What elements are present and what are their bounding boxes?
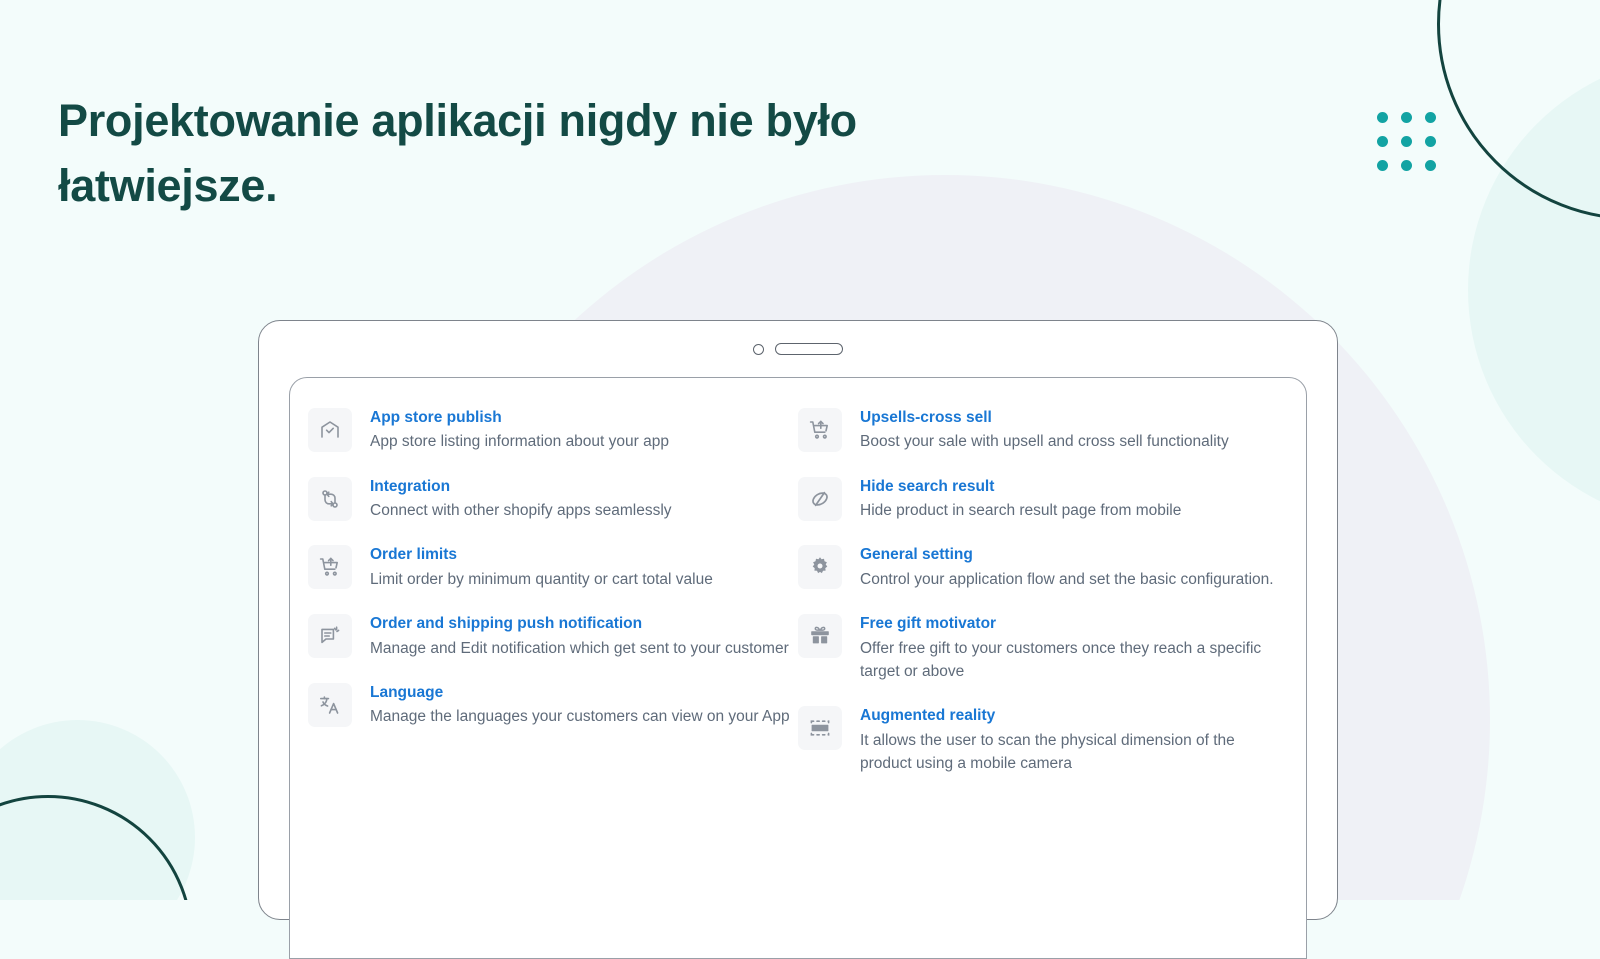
feature-item-augmented-reality[interactable]: Augmented reality It allows the user to … — [798, 704, 1288, 796]
app-store-check-icon — [308, 408, 352, 452]
grid-dot-icon — [1377, 136, 1388, 147]
feature-column-left: App store publish App store listing info… — [308, 406, 798, 796]
feature-description: It allows the user to scan the physical … — [860, 731, 1235, 772]
integration-arrows-icon — [308, 476, 352, 521]
grid-dot-icon — [1377, 112, 1388, 123]
cart-upload-icon — [798, 408, 842, 452]
feature-description: Limit order by minimum quantity or cart … — [370, 570, 713, 588]
gift-icon — [798, 614, 842, 659]
feature-column-right: Upsells-cross sell Boost your sale with … — [798, 406, 1288, 796]
feature-title: Language — [370, 683, 444, 701]
camera-dot-icon — [753, 343, 764, 355]
page-headline: Projektowanie aplikacji nigdy nie było ł… — [58, 95, 857, 212]
dot-grid-decoration — [1377, 112, 1436, 171]
feature-grid: App store publish App store listing info… — [290, 378, 1306, 796]
tablet-mockup: App store publish App store listing info… — [258, 320, 1338, 959]
feature-text: Augmented reality It allows the user to … — [860, 704, 1288, 775]
feature-title: Free gift motivator — [860, 615, 997, 633]
feature-description: Control your application flow and set th… — [860, 570, 1274, 588]
feature-title: Integration — [370, 477, 451, 495]
grid-dot-icon — [1425, 160, 1436, 171]
feature-item-order-shipping-push-notification[interactable]: Order and shipping push notification Man… — [308, 612, 798, 681]
feature-text: Free gift motivator Offer free gift to y… — [860, 612, 1288, 683]
cart-upload-icon — [308, 545, 352, 590]
background-circle-mint-left — [0, 720, 195, 900]
tablet-screen: App store publish App store listing info… — [289, 377, 1307, 959]
feature-text: Integration Connect with other shopify a… — [370, 475, 672, 523]
background-circle-outline-left — [0, 795, 193, 900]
translate-language-icon — [308, 682, 352, 727]
feature-description: App store listing information about your… — [370, 433, 669, 451]
background-circle-outline-right — [1437, 0, 1600, 220]
feature-item-general-setting[interactable]: General setting Control your application… — [798, 543, 1288, 612]
feature-item-app-store-publish[interactable]: App store publish App store listing info… — [308, 406, 798, 475]
feature-title: App store publish — [370, 409, 502, 426]
feature-item-order-limits[interactable]: Order limits Limit order by minimum quan… — [308, 543, 798, 612]
notification-message-icon — [308, 614, 352, 659]
feature-title: General setting — [860, 546, 973, 564]
feature-title: Upsells-cross sell — [860, 409, 992, 426]
speaker-pill-icon — [775, 343, 843, 355]
tablet-top-bezel — [259, 321, 1337, 377]
grid-dot-icon — [1425, 112, 1436, 123]
feature-title: Order and shipping push notification — [370, 615, 643, 633]
feature-text: Language Manage the languages your custo… — [370, 681, 790, 729]
feature-item-hide-search-result[interactable]: Hide search result Hide product in searc… — [798, 475, 1288, 544]
ar-scan-icon — [798, 706, 842, 751]
feature-text: Order limits Limit order by minimum quan… — [370, 543, 713, 591]
grid-dot-icon — [1401, 160, 1412, 171]
feature-description: Manage and Edit notification which get s… — [370, 639, 789, 657]
feature-text: Order and shipping push notification Man… — [370, 612, 789, 660]
background-circle-mint-right — [1468, 55, 1600, 525]
feature-title: Augmented reality — [860, 707, 996, 725]
feature-text: Upsells-cross sell Boost your sale with … — [860, 406, 1229, 454]
gear-icon — [798, 545, 842, 590]
feature-description: Connect with other shopify apps seamless… — [370, 502, 672, 520]
feature-text: Hide search result Hide product in searc… — [860, 475, 1181, 523]
grid-dot-icon — [1425, 136, 1436, 147]
grid-dot-icon — [1401, 136, 1412, 147]
feature-text: App store publish App store listing info… — [370, 406, 669, 454]
feature-text: General setting Control your application… — [860, 543, 1274, 591]
feature-description: Manage the languages your customers can … — [370, 708, 790, 726]
feature-description: Hide product in search result page from … — [860, 502, 1182, 520]
feature-description: Offer free gift to your customers once t… — [860, 639, 1262, 680]
eye-off-icon — [798, 476, 842, 521]
feature-title: Order limits — [370, 546, 457, 564]
feature-item-upsells-cross-sell[interactable]: Upsells-cross sell Boost your sale with … — [798, 406, 1288, 475]
grid-dot-icon — [1377, 160, 1388, 171]
feature-description: Boost your sale with upsell and cross se… — [860, 433, 1229, 451]
feature-item-free-gift-motivator[interactable]: Free gift motivator Offer free gift to y… — [798, 612, 1288, 704]
grid-dot-icon — [1401, 112, 1412, 123]
feature-item-integration[interactable]: Integration Connect with other shopify a… — [308, 475, 798, 544]
feature-title: Hide search result — [860, 477, 995, 495]
feature-item-language[interactable]: Language Manage the languages your custo… — [308, 681, 798, 750]
